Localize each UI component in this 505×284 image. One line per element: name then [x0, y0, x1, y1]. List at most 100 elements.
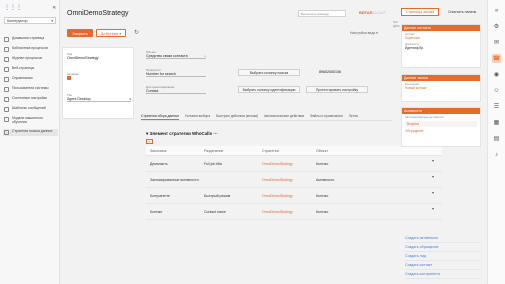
workspace-label: Конструктор — [7, 18, 28, 23]
activity-link[interactable]: Встреча — [407, 122, 419, 126]
create-activity-link[interactable]: Создать активность — [405, 234, 481, 243]
create-case-link[interactable]: Создать обращение — [405, 243, 481, 252]
sidebar-item-users[interactable]: Пользователи системы — [3, 86, 58, 93]
sidebar-item-settings[interactable]: Системные настройки — [3, 96, 58, 103]
tab-selection-conditions[interactable]: Условия выбора — [185, 114, 210, 120]
calendar-icon[interactable]: ▦ — [492, 118, 501, 127]
position-field: Должность Идентиф.бр. — [402, 41, 480, 51]
app-grid-icon[interactable]: ⋮⋮⋮ — [4, 5, 22, 11]
section-title: ▾ Элемент стратегии WhoCalls ⋯ — [146, 131, 218, 137]
tab-data-strategies[interactable]: Стратегии сбора данных — [141, 114, 179, 120]
table-cell-link[interactable]: OmniDemoStrategy — [262, 178, 316, 182]
column-header[interactable]: Стратегия — [262, 149, 316, 153]
tab-feed[interactable]: Лента — [349, 114, 358, 120]
brand-logo: BEFARCLOUT — [359, 10, 386, 15]
contact-card: Данные контакта Контакт Supervisor Должн… — [401, 24, 481, 68]
code-field[interactable]: Код OmniDemoStrategy — [67, 52, 131, 60]
sidebar-item-label: Веб-страницы — [12, 66, 35, 70]
sidebar-item-web-pages[interactable]: Веб-страницы — [3, 66, 58, 73]
clear-panel-button[interactable]: Очистить панель — [448, 10, 476, 14]
column-header[interactable]: Объект — [316, 149, 374, 153]
command-input[interactable]: Выполнить команду — [298, 10, 346, 17]
chevron-down-icon: ▾ — [129, 97, 131, 101]
view-settings-button[interactable]: Настройка вида ▾ — [350, 31, 378, 35]
activity-link[interactable]: Обсуждение — [405, 129, 424, 133]
tab-auto-actions[interactable]: Автоматические действия — [264, 114, 304, 120]
type-field[interactable]: Тип Agent Desktop ▾ — [67, 93, 131, 102]
sidebar-item-label: Пользователи системы — [12, 86, 49, 90]
field-value: Идентиф.бр. — [405, 46, 424, 50]
chat-icon[interactable]: ✉ — [492, 38, 501, 47]
object-field[interactable]: Объект Средство связи контакта ⌕ — [146, 50, 206, 59]
identification-field[interactable]: Для идентификации Contact — [146, 85, 206, 94]
gear-icon[interactable]: ⚙ — [492, 22, 501, 31]
active-field[interactable]: Активна — [67, 72, 78, 81]
table-cell: Contact name — [204, 209, 226, 214]
tab-quick-actions[interactable]: Быстрые действия (кнопки) — [216, 114, 258, 120]
account-link[interactable]: Новый контакт — [405, 86, 427, 90]
activities-subtitle: Запланированные активности — [402, 114, 480, 120]
table-cell-link[interactable]: OmniDemoStrategy — [262, 194, 316, 198]
table-cell-link[interactable]: OmniDemoStrategy — [262, 210, 316, 214]
sidebar-item-lookups[interactable]: Справочники — [3, 76, 58, 83]
main-area: OmniDemoStrategy Выполнить команду BEFAR… — [61, 0, 442, 284]
column-header[interactable]: Разделение — [204, 149, 262, 153]
contact-link[interactable]: Supervisor — [405, 36, 420, 40]
list-icon[interactable]: ☰ — [492, 102, 501, 111]
select-id-column-button[interactable]: Выбрать колонку идентификации — [238, 86, 300, 93]
refresh-icon[interactable]: ↻ — [134, 29, 139, 36]
number-field[interactable]: 89652650156 — [319, 70, 341, 74]
sidebar-top: ⋮⋮⋮ « — [4, 4, 56, 12]
library-icon — [4, 47, 9, 52]
brand-suffix: CLOUT — [372, 10, 387, 15]
sidebar-item-ml-models[interactable]: Модели машинного обучения — [3, 116, 58, 126]
object-value: Средство связи контакта — [146, 54, 188, 58]
call-page-button[interactable]: Страница звонка — [401, 8, 439, 16]
test-settings-button[interactable]: Протестировать настройку — [306, 86, 368, 93]
more-icon[interactable]: ⋯ — [213, 131, 217, 136]
table-cell: Контакт — [150, 209, 163, 214]
ml-icon — [4, 117, 9, 122]
feed-icon[interactable]: ◉ — [492, 70, 501, 79]
create-account-link[interactable]: Создать контрагента — [405, 270, 481, 279]
collapse-icon[interactable]: « — [53, 5, 56, 11]
create-lead-link[interactable]: Создать лид — [405, 252, 481, 261]
table-cell: Контакт — [316, 209, 329, 214]
log-icon — [4, 57, 9, 62]
create-contact-link[interactable]: Создать контакт — [405, 261, 481, 270]
tab-files[interactable]: Файлы и примечания — [310, 114, 343, 120]
sidebar-item-templates[interactable]: Шаблоны сообщений — [3, 106, 58, 113]
book-icon — [4, 77, 9, 82]
actions-button[interactable]: Действия ▾ — [96, 29, 126, 37]
bell-icon[interactable]: ♪ — [492, 150, 501, 159]
activity-item[interactable]: Встреча — [405, 121, 477, 127]
strategy-form: Объект Средство связи контакта ⌕ Приорит… — [146, 47, 391, 107]
activity-item[interactable]: Обсуждение — [402, 128, 480, 134]
expand-icon[interactable]: » — [492, 6, 501, 15]
sidebar-item-search-strategies[interactable]: Стратегии поиска данных — [3, 128, 58, 136]
page-title: OmniDemoStrategy — [67, 10, 129, 17]
identification-value: Contact — [146, 89, 159, 93]
search-column-field[interactable]: Приоритет Number for search — [146, 68, 206, 77]
sidebar-item-process-library[interactable]: Библиотека процессов — [3, 46, 58, 53]
sidebar-item-label: Справочники — [12, 76, 33, 80]
table-cell: Контакт — [316, 161, 329, 166]
select-search-column-button[interactable]: Выбрать колонку поиска — [238, 69, 300, 76]
users-icon — [4, 87, 9, 92]
close-button[interactable]: Закрыть — [67, 29, 93, 37]
contact-icon[interactable]: ☺ — [492, 86, 501, 95]
column-header[interactable]: Заголовок — [146, 149, 204, 153]
active-checkbox[interactable] — [67, 76, 71, 80]
sidebar-item-label: Домашняя страница — [12, 36, 45, 40]
sidebar-item-home[interactable]: Домашняя страница — [3, 36, 58, 43]
workspace-select[interactable]: Конструктор ▾ — [4, 17, 56, 24]
table-cell-link[interactable]: OmniDemoStrategy — [262, 162, 316, 166]
table-cell: Демонасть — [150, 161, 168, 166]
sidebar-item-process-log[interactable]: Журнал процессов — [3, 56, 58, 63]
sidebar-item-label: Шаблоны сообщений — [12, 106, 46, 110]
notes-icon[interactable]: ▤ — [492, 134, 501, 143]
phone-icon[interactable]: ☎ — [492, 54, 501, 63]
gear-icon — [4, 97, 9, 102]
add-button[interactable]: + — [146, 139, 153, 144]
table-cell: Контрагенте — [150, 193, 171, 198]
